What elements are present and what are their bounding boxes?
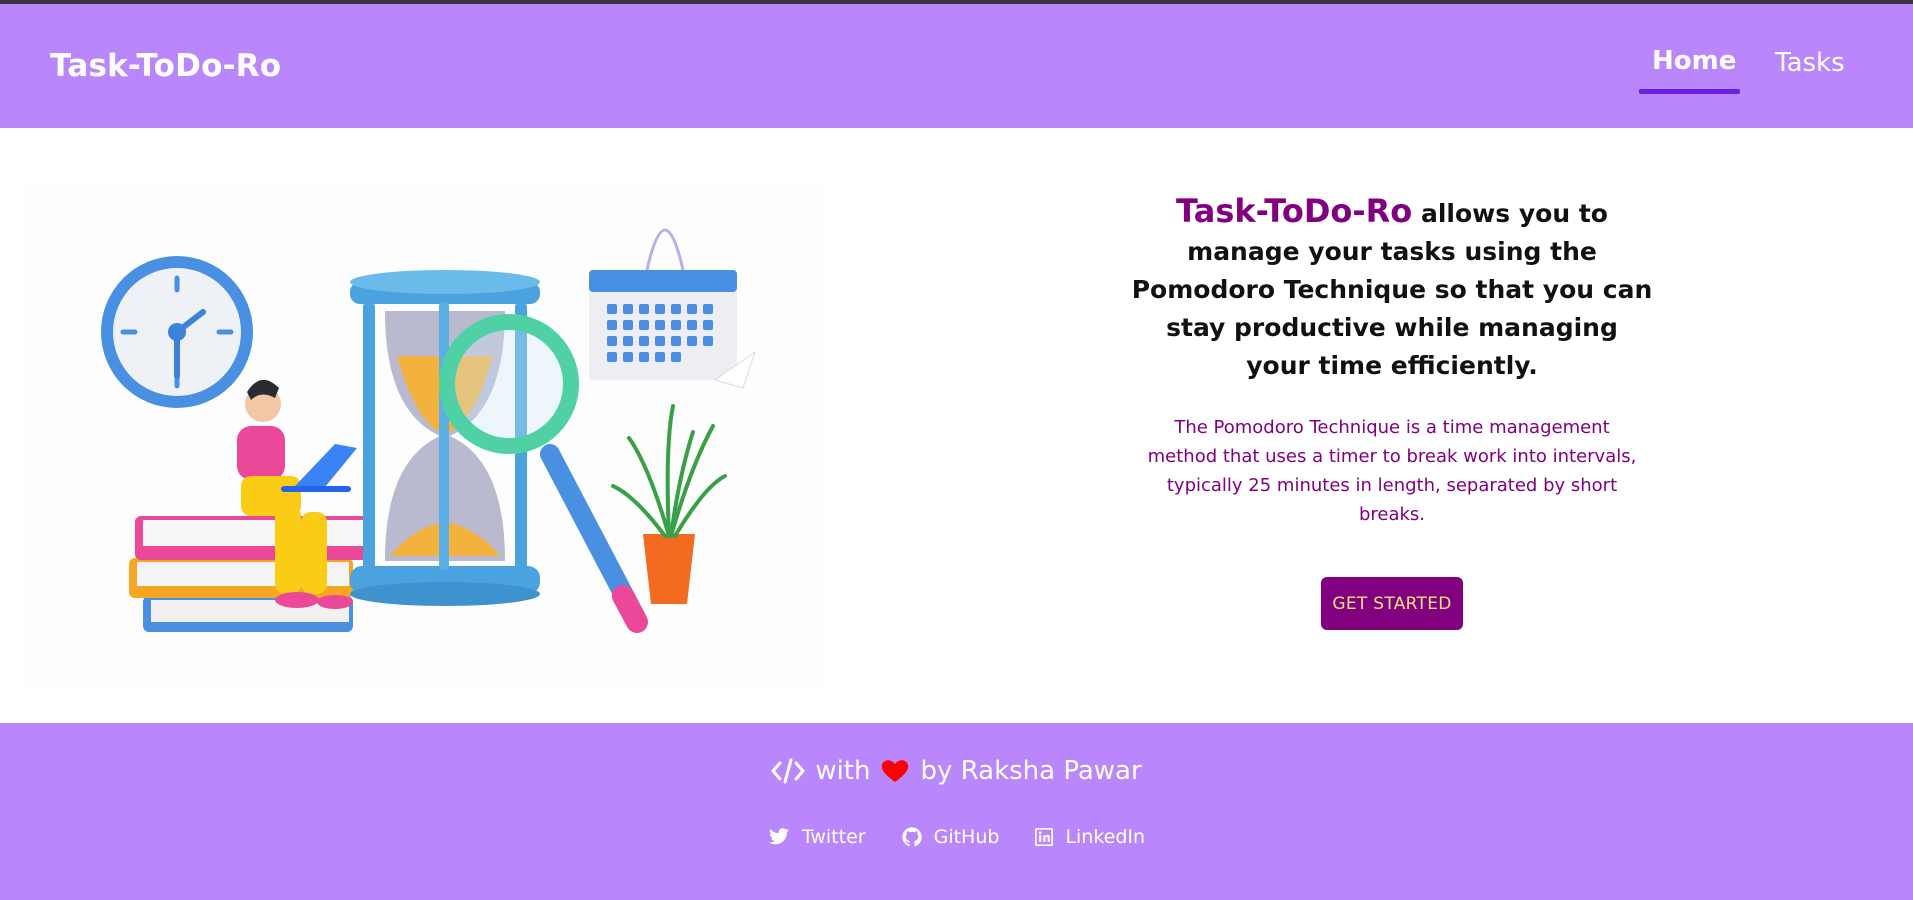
footer-credit: with by Raksha Pawar: [0, 756, 1913, 786]
nav-active-indicator: [1639, 89, 1740, 94]
books-stack: [129, 516, 371, 632]
hero-illustration: [25, 186, 825, 686]
credit-author-text: by Raksha Pawar: [920, 756, 1142, 786]
hero-headline: Task-ToDo-Ro allows you to manage your t…: [1130, 192, 1654, 385]
footer: with by Raksha Pawar Twitter GitHub Link…: [0, 723, 1913, 900]
heart-icon: [882, 760, 909, 782]
twitter-icon: [769, 828, 789, 845]
credit-with-text: with: [815, 756, 871, 786]
github-label: GitHub: [933, 826, 1000, 848]
hero-description: The Pomodoro Technique is a time managem…: [1147, 417, 1637, 525]
linkedin-label: LinkedIn: [1065, 826, 1146, 848]
headline-brand: Task-ToDo-Ro: [1176, 192, 1413, 230]
hero-text-block: Task-ToDo-Ro allows you to manage your t…: [1130, 192, 1654, 529]
get-started-button[interactable]: GET STARTED: [1321, 577, 1463, 630]
twitter-label: Twitter: [801, 826, 866, 848]
twitter-link[interactable]: Twitter: [768, 826, 866, 848]
brand-logo[interactable]: Task-ToDo-Ro: [50, 48, 281, 84]
plant-icon: [611, 404, 727, 604]
productivity-illustration: [101, 228, 756, 633]
github-icon: [902, 827, 922, 847]
calendar-icon: [589, 228, 756, 389]
linkedin-link[interactable]: LinkedIn: [1035, 826, 1145, 848]
social-links: Twitter GitHub LinkedIn: [0, 826, 1913, 848]
clock-icon: [101, 256, 253, 408]
nav-link-home[interactable]: Home: [1652, 46, 1736, 76]
linkedin-icon: [1035, 828, 1054, 846]
navbar: Task-ToDo-Ro Home Tasks: [0, 4, 1913, 128]
nav-link-tasks[interactable]: Tasks: [1775, 48, 1845, 78]
code-icon: [771, 758, 805, 784]
github-link[interactable]: GitHub: [902, 826, 1000, 848]
